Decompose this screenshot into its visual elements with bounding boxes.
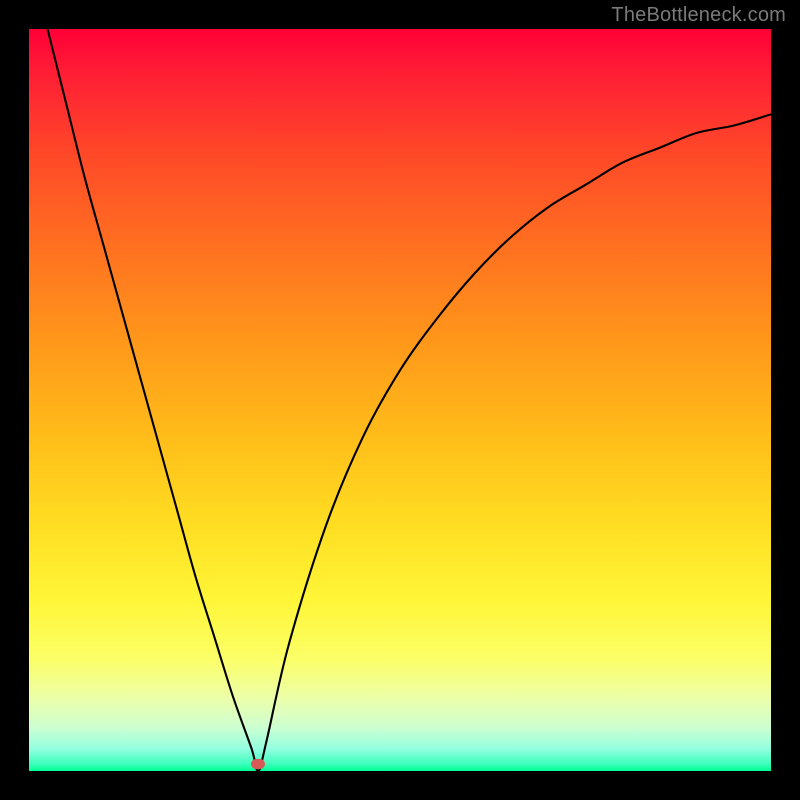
bottleneck-curve (29, 29, 771, 771)
plot-frame (29, 29, 771, 771)
minimum-marker (251, 759, 265, 769)
attribution-text: TheBottleneck.com (611, 4, 786, 27)
